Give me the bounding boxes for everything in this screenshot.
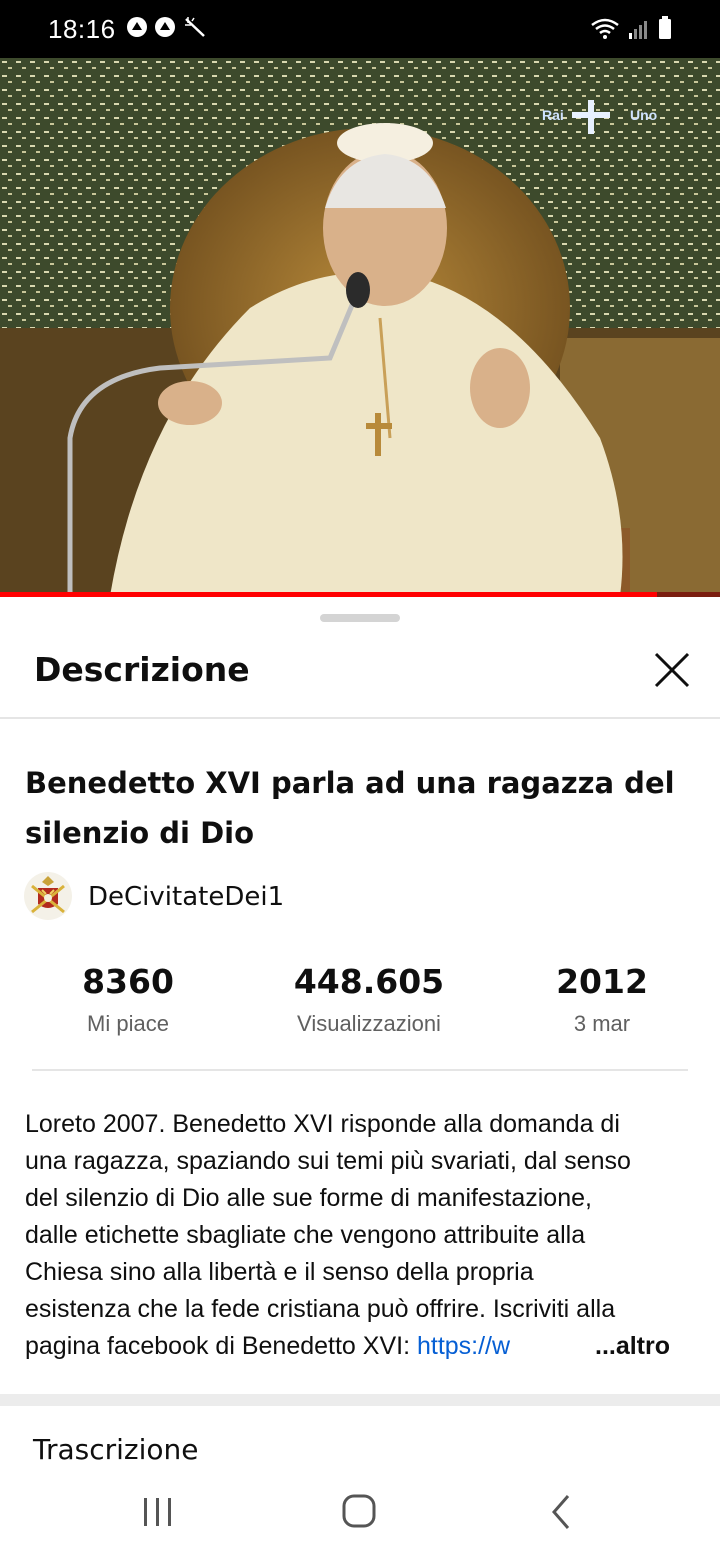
description-link[interactable]: https://w <box>417 1332 510 1360</box>
notification-icon <box>126 16 148 38</box>
channel-avatar[interactable] <box>24 872 72 920</box>
status-bar: 18:16 <box>0 0 720 58</box>
divider <box>32 1069 688 1071</box>
notification-icon <box>154 16 176 38</box>
sheet-title: Descrizione <box>34 650 250 689</box>
likes-count: 8360 <box>82 962 174 1001</box>
back-icon <box>552 1495 570 1529</box>
description-line-text: pagina facebook di Benedetto XVI: <box>25 1332 417 1360</box>
battery-icon <box>658 16 672 45</box>
magic-wand-icon <box>182 16 205 38</box>
navigation-bar <box>0 1466 720 1560</box>
recent-apps-icon <box>144 1498 171 1526</box>
more-button[interactable]: ...altro <box>595 1328 671 1365</box>
system-icons <box>590 16 672 45</box>
papal-coat-of-arms-icon <box>31 876 65 914</box>
back-button[interactable] <box>538 1492 586 1532</box>
description-line: Chiesa sino alla libertà e il senso dell… <box>25 1258 534 1286</box>
likes-label: Mi piace <box>87 1011 169 1036</box>
description-text[interactable]: Loreto 2007. Benedetto XVI risponde alla… <box>25 1106 705 1365</box>
publish-year: 2012 <box>556 962 648 1001</box>
svg-text:Uno: Uno <box>630 107 657 123</box>
likes-stat: 8360 Mi piace <box>48 960 208 1044</box>
views-count: 448.605 <box>293 962 445 1001</box>
progress-bar[interactable] <box>0 592 720 597</box>
transcript-section-title[interactable]: Trascrizione <box>33 1433 199 1466</box>
description-sheet: Descrizione Benedetto XVI parla ad una r… <box>0 598 720 1560</box>
description-line: dalle etichette sbagliate che vengono at… <box>25 1221 586 1249</box>
date-stat: 2012 3 mar <box>530 960 674 1044</box>
description-line: del silenzio di Dio alle sue forme di ma… <box>25 1184 592 1212</box>
divider <box>0 717 720 719</box>
section-separator <box>0 1394 720 1406</box>
close-icon <box>654 652 690 688</box>
views-stat: 448.605 Visualizzazioni <box>270 960 468 1044</box>
wifi-icon <box>590 18 620 45</box>
video-frame: Rai Uno <box>0 58 720 596</box>
watermark-text: Rai <box>542 107 564 123</box>
notification-icons <box>126 16 205 38</box>
video-player[interactable]: Rai Uno <box>0 58 720 596</box>
description-line: Loreto 2007. Benedetto XVI risponde alla… <box>25 1110 620 1138</box>
progress-fill <box>0 592 658 597</box>
home-icon <box>342 1494 376 1528</box>
views-label: Visualizzazioni <box>297 1011 441 1036</box>
video-title: Benedetto XVI parla ad una ragazza del s… <box>25 766 675 850</box>
recent-apps-button[interactable] <box>134 1492 182 1532</box>
drag-handle[interactable] <box>320 614 400 622</box>
description-line: esistenza che la fede cristiana può offr… <box>25 1295 616 1323</box>
close-button[interactable] <box>650 648 694 692</box>
status-time: 18:16 <box>48 14 116 44</box>
home-button[interactable] <box>336 1492 384 1532</box>
publish-date: 3 mar <box>573 1011 631 1036</box>
signal-icon <box>628 18 650 45</box>
description-line: una ragazza, spaziando sui temi più svar… <box>25 1147 631 1175</box>
channel-name[interactable]: DeCivitateDei1 <box>88 882 284 912</box>
